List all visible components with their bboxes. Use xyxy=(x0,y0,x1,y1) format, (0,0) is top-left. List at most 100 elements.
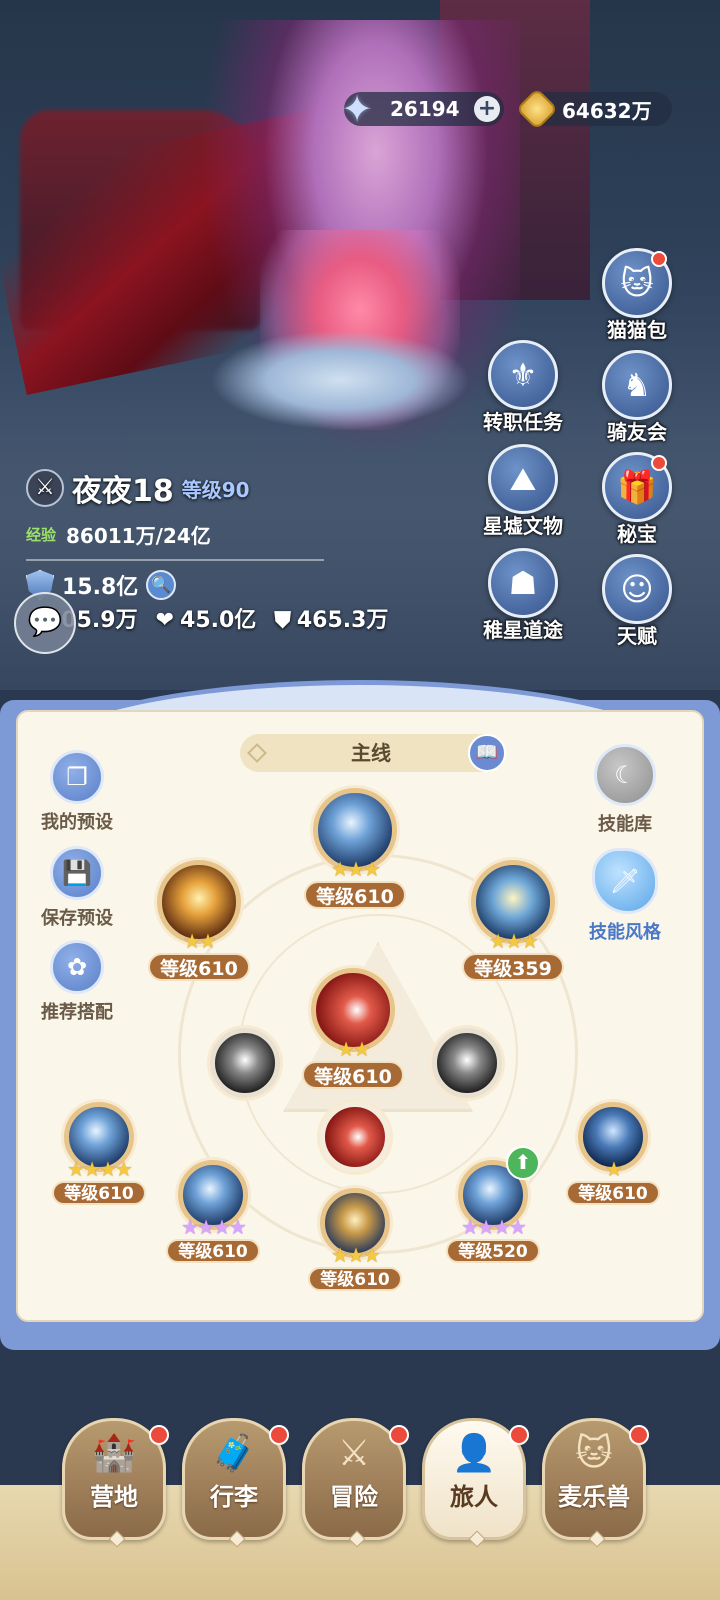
relics-label: 星墟文物 xyxy=(483,514,563,538)
skill-left-upper[interactable]: ★★ 等级610 xyxy=(144,860,254,981)
skill-bottom-center[interactable]: ★★★ 等级610 xyxy=(300,1188,410,1291)
skill-top[interactable]: ★★★ 等级610 xyxy=(300,788,410,909)
talent-label: 天赋 xyxy=(617,624,657,648)
skill-stars: ★ xyxy=(605,1157,623,1181)
traveler-icon: 👤 xyxy=(451,1433,497,1474)
skill-library-label: 技能库 xyxy=(598,814,652,835)
skill-stars: ★★ xyxy=(183,929,217,953)
relics-button[interactable]: ⛰ 星墟文物 xyxy=(468,444,578,539)
skill-far-left[interactable]: ★★★★ 等级610 xyxy=(44,1102,154,1205)
skill-level: 等级610 xyxy=(166,1239,260,1263)
hp-stat: ❤ 45.0亿 xyxy=(156,602,257,634)
skill-style-icon: 🗡 xyxy=(592,848,658,914)
skill-stars: ★★★ xyxy=(331,857,381,881)
skill-library-icon: ☾ xyxy=(594,744,656,806)
chat-bubble-icon[interactable]: 💬 xyxy=(14,592,76,654)
skill-style-label: 技能风格 xyxy=(589,922,661,943)
notification-dot xyxy=(651,251,667,267)
skill-level: 等级610 xyxy=(304,881,406,909)
nav-camp[interactable]: 🏰 营地 xyxy=(62,1418,169,1548)
preset-icon: ❐ xyxy=(50,750,104,804)
path-icon: ☗ xyxy=(488,548,558,618)
passive-skill-icon xyxy=(210,1028,280,1098)
recommend-button[interactable]: ✿ 推荐搭配 xyxy=(32,940,122,1024)
class-emblem-icon: ⚔ xyxy=(26,469,64,507)
cat-bag-label: 猫猫包 xyxy=(607,318,667,342)
nav-pet-label: 麦乐兽 xyxy=(558,1483,630,1511)
job-quest-button[interactable]: ⚜ 转职任务 xyxy=(468,340,578,435)
skill-stars: ★★ xyxy=(337,1037,371,1061)
skill-library-button[interactable]: ☾ 技能库 xyxy=(580,744,670,836)
skill-panel: 主线 📖 ❐ 我的预设 💾 保存预设 ✿ 推荐搭配 ☾ 技能库 🗡 技能风格 ★ xyxy=(0,680,720,1350)
divider xyxy=(26,559,324,561)
nav-adventure[interactable]: ⚔ 冒险 xyxy=(302,1418,409,1548)
path-button[interactable]: ☗ 稚星道途 xyxy=(468,548,578,643)
save-icon: 💾 xyxy=(50,846,104,900)
nav-traveler[interactable]: 👤 旅人 xyxy=(422,1418,529,1548)
my-preset-button[interactable]: ❐ 我的预设 xyxy=(32,750,122,834)
exp-tag: 经验 xyxy=(26,526,57,544)
gem-counter: ✦ 26194 + xyxy=(341,88,504,130)
save-preset-button[interactable]: 💾 保存预设 xyxy=(32,846,122,930)
skill-right-upper[interactable]: ★★★ 等级359 xyxy=(458,860,568,981)
defense-value: 465.3万 xyxy=(296,608,389,633)
diamond-icon xyxy=(247,743,267,763)
nav-camp-label: 营地 xyxy=(90,1483,138,1511)
skill-far-right[interactable]: ★ 等级610 xyxy=(558,1102,668,1205)
player-stats: 705.9万 ❤ 45.0亿 ⛊ 465.3万 xyxy=(46,602,388,634)
rider-club-label: 骑友会 xyxy=(607,420,667,444)
skill-passive-right[interactable] xyxy=(412,1028,522,1098)
player-level: 等级90 xyxy=(181,477,250,502)
upgrade-arrow-icon: ⬆ xyxy=(506,1146,540,1180)
core-skill-icon xyxy=(320,1102,390,1172)
luggage-icon: 🧳 xyxy=(211,1433,257,1474)
skill-level: 等级520 xyxy=(446,1239,540,1263)
shield-icon: ⛊ xyxy=(274,608,291,633)
mainline-tab[interactable]: 主线 📖 xyxy=(240,734,506,772)
notification-dot xyxy=(389,1425,409,1445)
add-gems-button[interactable]: + xyxy=(474,96,500,122)
passive-skill-icon xyxy=(432,1028,502,1098)
gold-amount: 64632万 xyxy=(562,98,652,123)
talent-icon: ☺ xyxy=(602,554,672,624)
skill-center[interactable]: ★★ 等级610 xyxy=(298,968,408,1089)
job-quest-icon: ⚜ xyxy=(488,340,558,410)
skill-level: 等级359 xyxy=(462,953,564,981)
mainline-title: 主线 xyxy=(351,741,391,765)
player-info: ⚔ 夜夜18 等级90 经验 86011万/24亿 15.8亿 🔍 xyxy=(26,466,356,601)
skill-stars: ★★★★ xyxy=(461,1215,527,1239)
camp-icon: 🏰 xyxy=(91,1433,137,1474)
talent-button[interactable]: ☺ 天赋 xyxy=(582,554,692,649)
magnifier-icon[interactable]: 🔍 xyxy=(146,570,177,600)
treasure-button[interactable]: 🎁 秘宝 xyxy=(582,452,692,547)
skill-core[interactable] xyxy=(300,1102,410,1172)
save-preset-label: 保存预设 xyxy=(41,908,113,929)
pet-icon: 🐱 xyxy=(575,1433,613,1474)
recommend-icon: ✿ xyxy=(50,940,104,994)
nav-pet[interactable]: 🐱 麦乐兽 xyxy=(542,1418,649,1548)
player-name: 夜夜18 xyxy=(72,474,174,509)
star-gem-icon: ✦ xyxy=(341,87,373,131)
exp-value: 86011万/24亿 xyxy=(66,524,211,548)
skill-bottom-left[interactable]: ★★★★ 等级610 xyxy=(158,1160,268,1263)
my-preset-label: 我的预设 xyxy=(41,812,113,833)
nav-adventure-label: 冒险 xyxy=(330,1483,378,1511)
horse-icon: ♞ xyxy=(602,350,672,420)
book-icon[interactable]: 📖 xyxy=(468,734,506,772)
skill-level: 等级610 xyxy=(302,1061,404,1089)
skill-bottom-right[interactable]: ⬆ ★★★★ 等级520 xyxy=(438,1146,548,1263)
skill-style-button[interactable]: 🗡 技能风格 xyxy=(580,848,670,944)
hp-value: 45.0亿 xyxy=(180,608,257,633)
treasure-label: 秘宝 xyxy=(617,522,657,546)
panel-inner: 主线 📖 ❐ 我的预设 💾 保存预设 ✿ 推荐搭配 ☾ 技能库 🗡 技能风格 ★ xyxy=(16,710,704,1322)
notification-dot xyxy=(149,1425,169,1445)
cat-bag-button[interactable]: 🐱 猫猫包 xyxy=(582,248,692,343)
skill-level: 等级610 xyxy=(148,953,250,981)
gem-amount: 26194 xyxy=(390,97,460,121)
skill-passive-left[interactable] xyxy=(190,1028,300,1098)
skill-level: 等级610 xyxy=(566,1181,660,1205)
notification-dot xyxy=(629,1425,649,1445)
rider-club-button[interactable]: ♞ 骑友会 xyxy=(582,350,692,445)
job-quest-label: 转职任务 xyxy=(483,410,563,434)
nav-luggage[interactable]: 🧳 行李 xyxy=(182,1418,289,1548)
